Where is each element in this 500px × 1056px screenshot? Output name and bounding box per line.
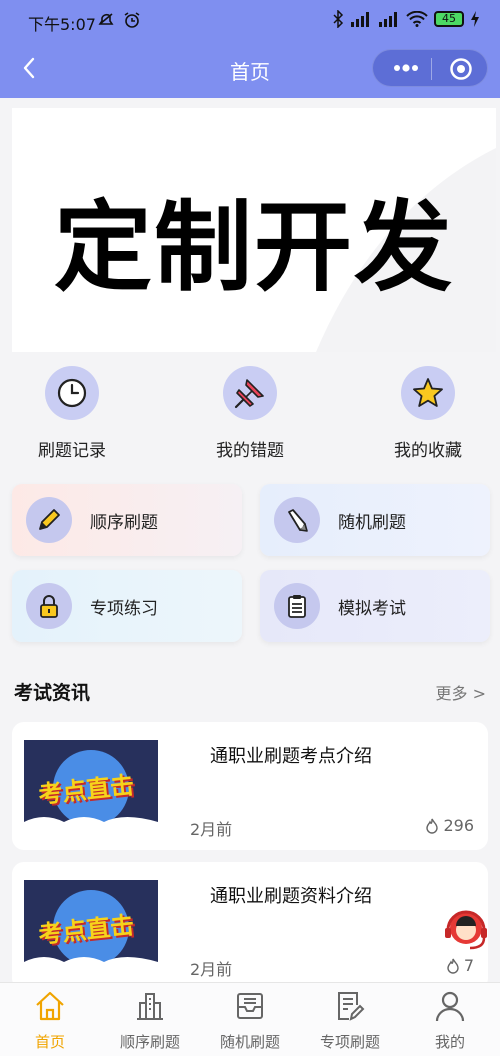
- card-label: 随机刷题: [338, 513, 406, 533]
- bottom-tab-bar: 首页 顺序刷题 随机刷题 专项刷题 我的: [0, 982, 500, 1056]
- tab-random[interactable]: 随机刷题: [200, 989, 300, 1052]
- card-label: 模拟考试: [338, 599, 406, 619]
- card-special-practice[interactable]: 专项练习: [12, 570, 242, 642]
- customer-service-icon[interactable]: [440, 904, 492, 956]
- status-bar: 下午5:07 45: [0, 0, 500, 40]
- home-icon: [36, 991, 64, 1021]
- pen-icon: [274, 497, 320, 543]
- tab-special[interactable]: 专项刷题: [300, 989, 400, 1052]
- pencil-icon: [26, 497, 72, 543]
- quick-label: 我的错题: [216, 441, 284, 461]
- signal-icon: [351, 12, 369, 27]
- clock-icon: [45, 366, 99, 420]
- tab-label: 首页: [34, 1033, 65, 1051]
- news-more-link[interactable]: 更多 >: [436, 680, 487, 704]
- news-item[interactable]: 考点直击 通职业刷题考点介绍 2月前 296: [12, 722, 488, 850]
- status-time: 下午5:07: [28, 15, 96, 34]
- status-right-icons: 45: [332, 10, 480, 28]
- card-random-practice[interactable]: 随机刷题: [260, 484, 490, 556]
- tab-label: 随机刷题: [219, 1033, 280, 1051]
- tab-label: 专项刷题: [319, 1033, 380, 1051]
- banner-text: 定制开发: [53, 191, 454, 305]
- close-target-icon[interactable]: [449, 57, 473, 81]
- tab-home[interactable]: 首页: [0, 989, 100, 1052]
- wifi-icon: [406, 11, 428, 27]
- quick-label: 刷题记录: [38, 441, 106, 461]
- news-view-count: 296: [443, 816, 474, 835]
- mute-icon: [98, 13, 114, 25]
- bluetooth-icon: [333, 10, 344, 28]
- inbox-icon: [237, 993, 263, 1019]
- user-icon: [435, 991, 465, 1022]
- news-views: 7: [446, 956, 474, 975]
- news-thumbnail: 考点直击: [24, 740, 158, 834]
- news-views: 296: [425, 816, 474, 835]
- news-title: 通职业刷题资料介绍: [210, 886, 372, 907]
- card-sequential-practice[interactable]: 顺序刷题: [12, 484, 242, 556]
- quick-practice-record[interactable]: 刷题记录: [12, 366, 132, 461]
- news-item[interactable]: 考点直击 通职业刷题资料介绍 2月前 7: [12, 862, 488, 990]
- tab-profile[interactable]: 我的: [400, 989, 500, 1052]
- building-icon: [137, 993, 163, 1020]
- tab-label: 我的: [434, 1033, 465, 1051]
- card-label: 专项练习: [90, 599, 158, 619]
- tab-sequential[interactable]: 顺序刷题: [100, 989, 200, 1052]
- quick-wrong-questions[interactable]: 我的错题: [190, 366, 310, 461]
- status-left-icons: [96, 10, 142, 30]
- battery-indicator: 45: [434, 11, 464, 27]
- tab-label: 顺序刷题: [119, 1033, 180, 1051]
- capsule-divider: [431, 58, 432, 80]
- news-time: 2月前: [190, 820, 233, 839]
- signal-icon-2: [379, 12, 397, 27]
- lock-icon: [26, 583, 72, 629]
- document-edit-icon: [338, 992, 365, 1021]
- alarm-icon: [124, 12, 140, 28]
- more-options-icon[interactable]: [391, 60, 421, 76]
- news-section-title: 考试资讯: [14, 682, 91, 704]
- flame-icon: [426, 818, 439, 834]
- quick-favorites[interactable]: 我的收藏: [368, 366, 488, 461]
- pin-icon: [223, 366, 277, 420]
- star-icon: [401, 366, 455, 420]
- navigation-bar: 首页: [0, 40, 500, 98]
- clipboard-icon: [274, 583, 320, 629]
- banner[interactable]: 定制开发: [12, 108, 496, 352]
- card-label: 顺序刷题: [90, 513, 158, 533]
- news-title: 通职业刷题考点介绍: [210, 746, 372, 767]
- news-thumbnail: 考点直击: [24, 880, 158, 974]
- top-bar: 下午5:07 45 首页: [0, 0, 500, 98]
- quick-label: 我的收藏: [394, 441, 462, 461]
- charging-icon: [471, 11, 479, 27]
- news-view-count: 7: [463, 956, 474, 975]
- news-time: 2月前: [190, 960, 233, 979]
- flame-icon: [447, 958, 459, 974]
- mini-program-capsule: [372, 49, 488, 87]
- card-mock-exam[interactable]: 模拟考试: [260, 570, 490, 642]
